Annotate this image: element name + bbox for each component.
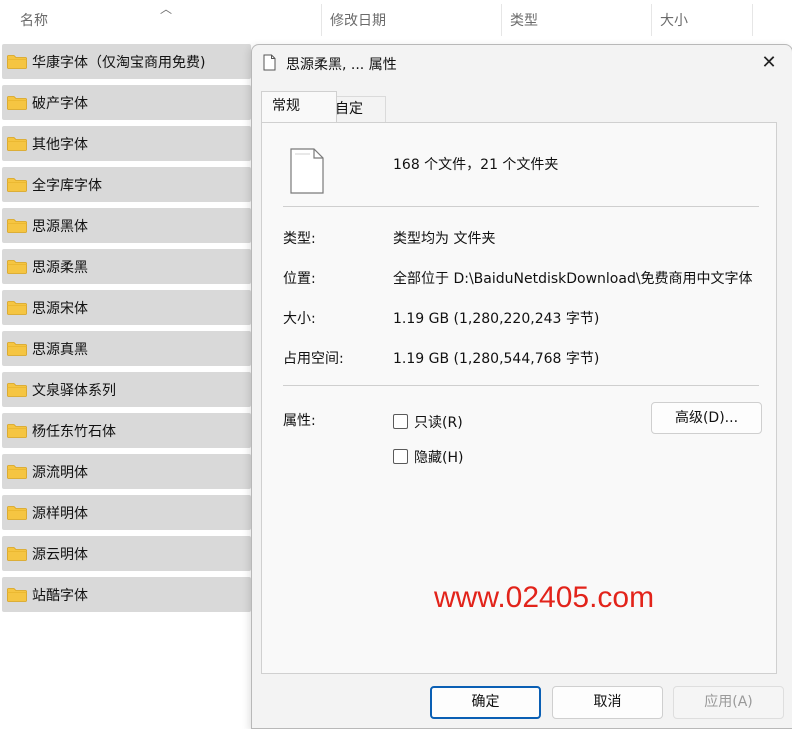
folder-icon	[7, 424, 27, 438]
folder-row[interactable]: 思源柔黑	[2, 249, 251, 284]
advanced-button[interactable]: 高级(D)...	[651, 402, 762, 434]
column-divider[interactable]	[752, 4, 753, 36]
hidden-label: 隐藏(H)	[414, 450, 464, 466]
close-button[interactable]: ✕	[746, 45, 792, 81]
folder-name: 思源宋体	[32, 301, 88, 317]
folder-name: 思源真黑	[32, 342, 88, 358]
size-label: 大小:	[283, 311, 316, 327]
type-label: 类型:	[283, 231, 316, 247]
type-value: 类型均为 文件夹	[393, 231, 496, 247]
folder-row[interactable]: 源流明体	[2, 454, 251, 489]
column-modified[interactable]: 修改日期	[330, 10, 386, 30]
properties-dialog: 思源柔黑, ... 属性 ✕ 常规 自定义 168 个文件，21 个文件夹 类型…	[251, 44, 792, 729]
folder-row[interactable]: 文泉驿体系列	[2, 372, 251, 407]
folder-name: 全字库字体	[32, 178, 102, 194]
disk-size-label: 占用空间:	[283, 351, 344, 367]
close-icon: ✕	[761, 52, 777, 73]
folder-icon	[7, 55, 27, 69]
folder-name: 文泉驿体系列	[32, 383, 116, 399]
readonly-checkbox[interactable]: 只读(R)	[393, 412, 463, 432]
folder-icon	[7, 465, 27, 479]
folder-row[interactable]: 思源宋体	[2, 290, 251, 325]
column-divider[interactable]	[501, 4, 502, 36]
folder-row[interactable]: 源云明体	[2, 536, 251, 571]
cancel-button[interactable]: 取消	[552, 686, 663, 719]
column-name[interactable]: 名称	[20, 10, 48, 30]
folder-icon	[7, 178, 27, 192]
selection-summary: 168 个文件，21 个文件夹	[393, 157, 559, 173]
folder-name: 思源黑体	[32, 219, 88, 235]
apply-button[interactable]: 应用(A)	[673, 686, 784, 719]
folder-name: 其他字体	[32, 137, 88, 153]
folder-name: 华康字体（仅淘宝商用免费)	[32, 55, 206, 71]
folder-icon	[7, 506, 27, 520]
divider	[283, 385, 759, 386]
column-header: 名称 ︿ 修改日期 类型 大小	[0, 0, 792, 40]
folder-row[interactable]: 华康字体（仅淘宝商用免费)	[2, 44, 251, 79]
folder-name: 源云明体	[32, 547, 88, 563]
hidden-checkbox[interactable]: 隐藏(H)	[393, 447, 463, 467]
dialog-title: 思源柔黑, ... 属性	[286, 57, 397, 73]
attributes-label: 属性:	[283, 413, 316, 429]
column-size[interactable]: 大小	[660, 10, 688, 30]
divider	[283, 206, 759, 207]
general-panel: 168 个文件，21 个文件夹 类型: 类型均为 文件夹 位置: 全部位于 D:…	[261, 122, 777, 674]
watermark-text: www.02405.com	[434, 581, 655, 614]
folder-icon	[7, 260, 27, 274]
ok-button[interactable]: 确定	[430, 686, 541, 719]
file-icon	[263, 54, 276, 71]
folder-icon	[7, 383, 27, 397]
checkbox-box[interactable]	[393, 414, 408, 429]
disk-size-value: 1.19 GB (1,280,544,768 字节)	[393, 351, 600, 367]
folder-icon	[7, 137, 27, 151]
folder-row[interactable]: 全字库字体	[2, 167, 251, 202]
location-value[interactable]: 全部位于 D:\BaiduNetdiskDownload\免费商用中文字体	[393, 268, 761, 288]
tab-general[interactable]: 常规	[261, 91, 337, 122]
folder-icon	[7, 219, 27, 233]
folder-icon	[7, 342, 27, 356]
location-label: 位置:	[283, 271, 316, 287]
file-icon	[290, 148, 324, 194]
column-divider[interactable]	[321, 4, 322, 36]
folder-row[interactable]: 思源真黑	[2, 331, 251, 366]
column-type[interactable]: 类型	[510, 10, 538, 30]
checkbox-box[interactable]	[393, 449, 408, 464]
chevron-up-icon: ︿	[160, 2, 173, 16]
folder-icon	[7, 301, 27, 315]
folder-name: 破产字体	[32, 96, 88, 112]
folder-name: 源样明体	[32, 506, 88, 522]
folder-icon	[7, 547, 27, 561]
folder-row[interactable]: 站酷字体	[2, 577, 251, 612]
folder-icon	[7, 588, 27, 602]
folder-name: 杨任东竹石体	[32, 424, 116, 440]
size-value: 1.19 GB (1,280,220,243 字节)	[393, 311, 600, 327]
column-divider[interactable]	[651, 4, 652, 36]
folder-row[interactable]: 源样明体	[2, 495, 251, 530]
folder-row[interactable]: 其他字体	[2, 126, 251, 161]
folder-name: 源流明体	[32, 465, 88, 481]
folder-row[interactable]: 思源黑体	[2, 208, 251, 243]
folder-name: 思源柔黑	[32, 260, 88, 276]
folder-name: 站酷字体	[32, 588, 88, 604]
folder-row[interactable]: 破产字体	[2, 85, 251, 120]
folder-icon	[7, 96, 27, 110]
readonly-label: 只读(R)	[414, 415, 463, 431]
folder-row[interactable]: 杨任东竹石体	[2, 413, 251, 448]
dialog-titlebar[interactable]: 思源柔黑, ... 属性 ✕	[252, 45, 792, 81]
